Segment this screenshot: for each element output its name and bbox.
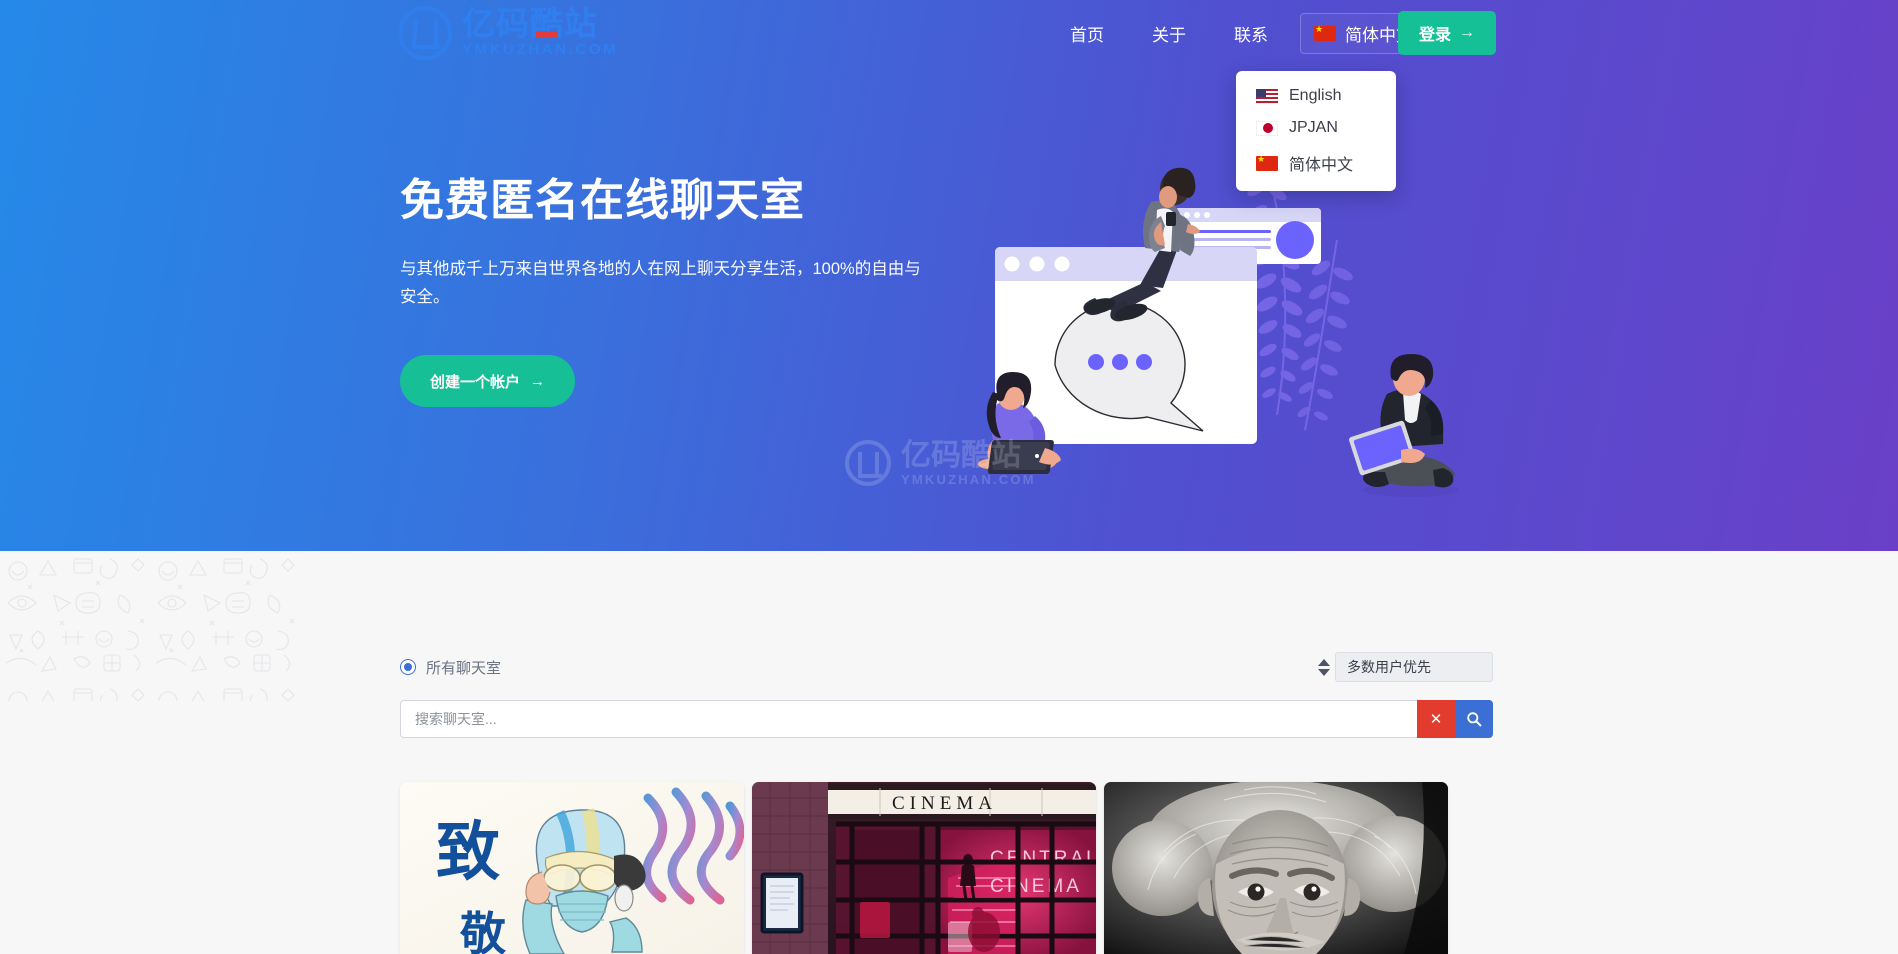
einstein-photo: [1104, 782, 1448, 954]
chatroom-card-cinema[interactable]: CINEMA CENTRAL CINEMA: [752, 782, 1096, 954]
jp-flag-icon: [1256, 120, 1278, 136]
nav-item-about[interactable]: 关于: [1128, 13, 1210, 54]
language-dropdown-menu: English JPJAN 简体中文: [1236, 71, 1396, 191]
logo-text-en: YMKUZHAN.COM: [462, 41, 619, 59]
logo-mark-icon: [398, 6, 452, 60]
login-button-label: 登录: [1418, 27, 1451, 44]
svg-text:敬: 敬: [459, 909, 507, 954]
controls-top-row: 所有聊天室 多数用户优先: [400, 650, 1493, 684]
sort-control: 多数用户优先: [1313, 652, 1493, 682]
arrow-right-icon: →: [530, 372, 546, 390]
nav-item-home[interactable]: 首页: [1046, 13, 1128, 54]
site-logo[interactable]: 亿码酷站 YMKUZHAN.COM: [398, 4, 618, 62]
sort-stepper-icon[interactable]: [1313, 652, 1335, 682]
hero-subtitle: 与其他成千上万来自世界各地的人在网上聊天分享生活，100%的自由与安全。: [400, 259, 921, 306]
language-option-japanese[interactable]: JPJAN: [1236, 112, 1396, 144]
search-row: ✕: [400, 700, 1493, 738]
search-input[interactable]: [400, 700, 1417, 738]
create-account-button[interactable]: 创建一个帐户 →: [400, 355, 576, 408]
nav-item-contact[interactable]: 联系: [1210, 13, 1292, 54]
chatroom-card-list: 致 敬 CINEMA CENTRAL CINEMA: [400, 782, 1448, 954]
cn-flag-icon: [1314, 22, 1336, 41]
chatroom-card-einstein[interactable]: [1104, 782, 1448, 954]
svg-text:CINEMA: CINEMA: [990, 876, 1082, 897]
language-option-label: English: [1289, 87, 1342, 104]
sort-select-value: 多数用户优先: [1347, 659, 1431, 675]
create-account-label: 创建一个帐户: [430, 373, 521, 391]
language-option-english[interactable]: English: [1236, 80, 1396, 112]
all-chatrooms-label: 所有聊天室: [426, 659, 502, 677]
nav-links: 首页 关于 联系 简体中文: [1046, 0, 1449, 66]
cinema-photo: CINEMA CENTRAL CINEMA: [752, 782, 1096, 954]
svg-text:致: 致: [436, 817, 500, 888]
doodle-background: [0, 551, 300, 701]
svg-text:CENTRAL: CENTRAL: [990, 848, 1096, 869]
chatroom-controls: 所有聊天室 多数用户优先 ✕: [400, 650, 1493, 738]
us-flag-icon: [1256, 88, 1278, 104]
hero-title: 免费匿名在线聊天室: [400, 176, 805, 225]
all-chatrooms-radio[interactable]: 所有聊天室: [400, 657, 501, 678]
hero-section: 亿码酷站 YMKUZHAN.COM 首页 关于 联系 简体中文 登录 → Eng…: [0, 0, 1898, 551]
language-option-label: 简体中文: [1289, 157, 1354, 174]
logo-text-cn: 亿码酷站: [462, 5, 598, 43]
hero-illustration: [965, 150, 1485, 510]
login-button[interactable]: 登录 →: [1398, 11, 1496, 55]
radio-selected-icon[interactable]: [400, 659, 416, 675]
svg-text:CINEMA: CINEMA: [892, 793, 997, 814]
language-option-label: JPJAN: [1289, 119, 1338, 136]
arrow-right-icon: →: [1459, 24, 1475, 41]
search-icon: [1467, 712, 1482, 727]
language-option-chinese[interactable]: 简体中文: [1236, 144, 1396, 182]
top-navigation: 亿码酷站 YMKUZHAN.COM 首页 关于 联系 简体中文 登录 →: [0, 0, 1898, 66]
hero-copy: 免费匿名在线聊天室 与其他成千上万来自世界各地的人在网上聊天分享生活，100%的…: [400, 176, 960, 408]
medical-illustration: 致 敬: [400, 782, 744, 954]
clear-search-button[interactable]: ✕: [1417, 700, 1455, 738]
search-submit-button[interactable]: [1455, 700, 1493, 738]
sort-select[interactable]: 多数用户优先: [1335, 652, 1493, 682]
watermark-logo-icon: [845, 440, 891, 487]
chatroom-card-medical[interactable]: 致 敬: [400, 782, 744, 954]
cn-flag-icon: [1256, 152, 1278, 171]
